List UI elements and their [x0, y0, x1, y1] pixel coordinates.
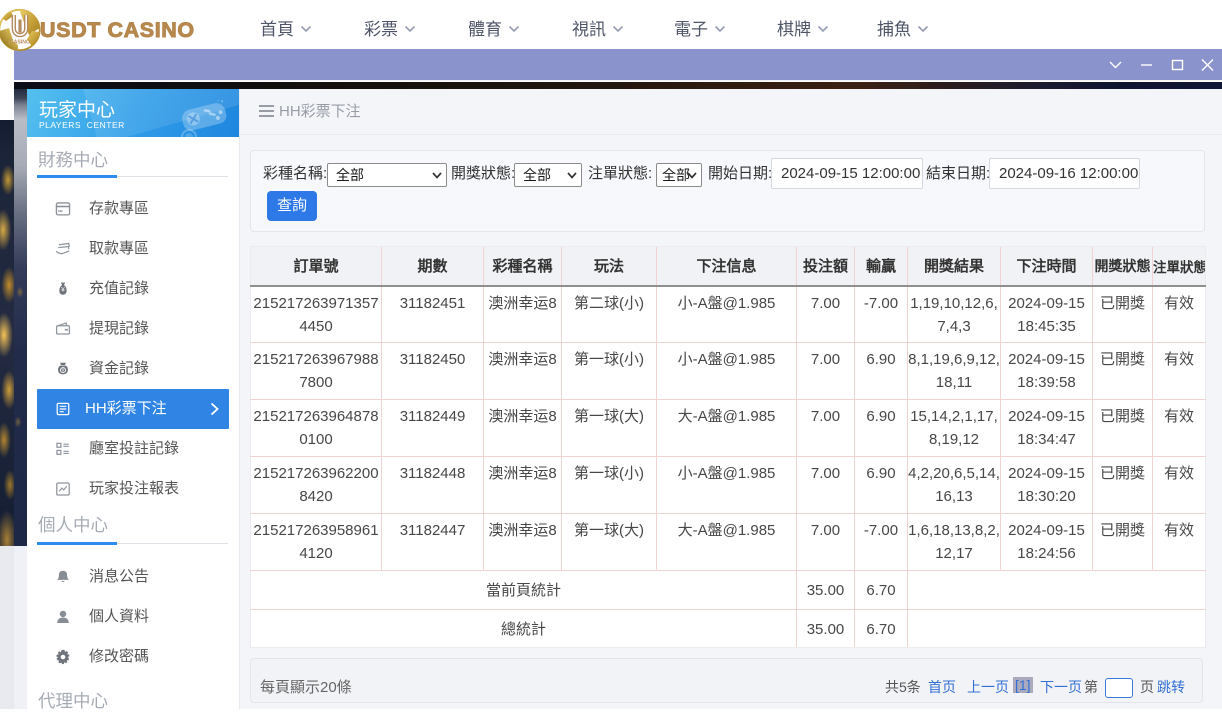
- svg-text:¥: ¥: [61, 287, 65, 294]
- svg-text:CASINO: CASINO: [10, 40, 30, 46]
